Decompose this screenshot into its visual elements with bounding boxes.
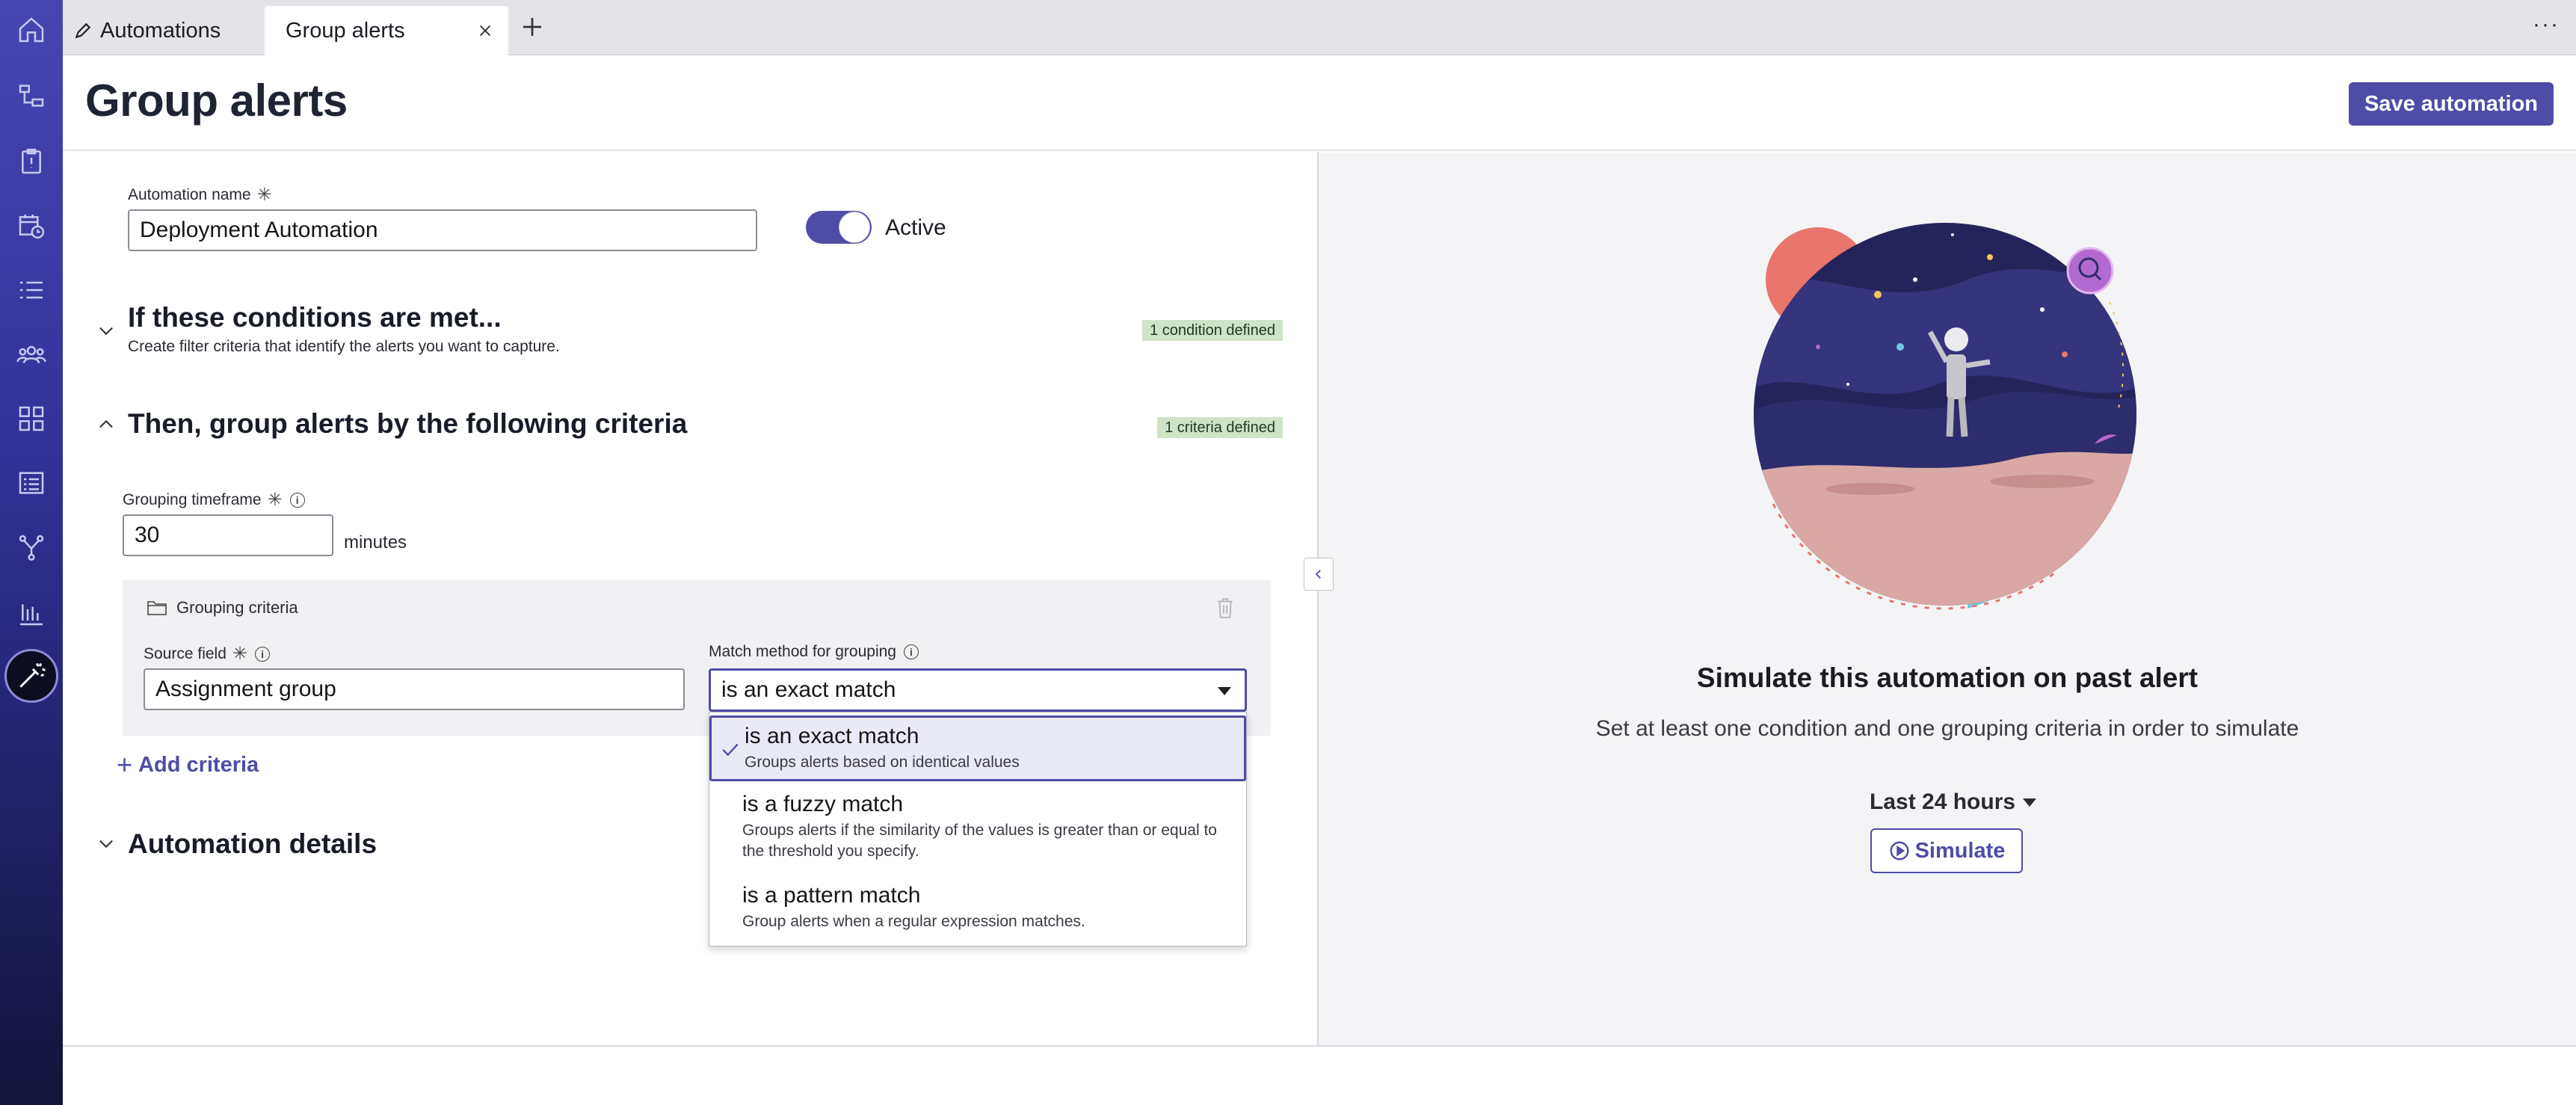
simulate-title: Simulate this automation on past alert	[1696, 662, 2198, 693]
save-automation-button[interactable]: Save automation	[2349, 82, 2554, 126]
grouping-criteria-header: Grouping criteria	[147, 598, 298, 618]
page-header: Group alerts Save automation	[63, 55, 2576, 151]
simulation-pane: Simulate this automation on past alert S…	[1319, 153, 2576, 1047]
simulate-subtitle: Set at least one condition and one group…	[1595, 716, 2299, 741]
conditions-status-badge: 1 condition defined	[1142, 320, 1283, 341]
tab-automations-label: Automations	[100, 18, 221, 43]
option-label: is a pattern match	[742, 883, 921, 908]
chevron-left-icon	[1315, 570, 1321, 579]
trash-icon[interactable]	[1215, 597, 1235, 619]
timeframe-unit-label: minutes	[344, 532, 407, 552]
match-method-menu: is an exact match Groups alerts based on…	[709, 712, 1247, 947]
grouping-timeframe-input[interactable]: 30	[123, 514, 333, 556]
time-range-label: Last 24 hours	[1870, 789, 2016, 814]
source-field-input[interactable]: Assignment group	[144, 668, 685, 710]
automation-details-title[interactable]: Automation details	[128, 828, 377, 860]
info-icon[interactable]: i	[289, 492, 305, 508]
conditions-section-title[interactable]: If these conditions are met...	[128, 302, 502, 333]
magic-wand-icon[interactable]	[4, 649, 58, 703]
collapse-panel-button[interactable]	[1304, 558, 1334, 591]
branch-icon[interactable]	[13, 529, 49, 565]
add-tab-icon[interactable]	[520, 15, 544, 39]
option-description: Group alerts when a regular expression m…	[742, 913, 1085, 930]
info-icon[interactable]: i	[255, 646, 271, 662]
more-icon[interactable]: ···	[2533, 13, 2560, 36]
page-title: Group alerts	[85, 76, 348, 126]
play-circle-icon	[1890, 841, 1909, 861]
pencil-icon	[75, 22, 91, 39]
home-icon[interactable]	[13, 12, 49, 48]
check-icon	[722, 743, 739, 757]
close-icon[interactable]	[477, 22, 493, 39]
tab-group-alerts-label: Group alerts	[286, 18, 405, 43]
folder-icon	[147, 601, 167, 615]
chevron-down-icon[interactable]	[96, 320, 117, 341]
simulate-button-label: Simulate	[1914, 838, 2006, 863]
option-fuzzy-match[interactable]: is a fuzzy match Groups alerts if the si…	[709, 784, 1246, 872]
required-icon: ✳	[232, 644, 248, 664]
match-method-label: Match method for grouping i	[709, 643, 919, 661]
option-label: is an exact match	[745, 724, 919, 748]
option-description: Groups alerts based on identical values	[745, 754, 1020, 771]
required-icon: ✳	[256, 185, 272, 205]
clipboard-icon[interactable]	[13, 144, 49, 179]
grouping-timeframe-label: Grouping timeframe ✳ i	[123, 489, 305, 511]
automation-form-pane: Automation name ✳ Deployment Automation A…	[63, 153, 1319, 1047]
add-criteria-button[interactable]: + Add criteria	[117, 749, 259, 781]
time-range-dropdown[interactable]: Last 24 hours	[1870, 789, 2037, 815]
active-toggle[interactable]	[806, 211, 872, 244]
list-icon[interactable]	[13, 272, 49, 308]
chevron-down-icon[interactable]	[96, 833, 117, 854]
simulate-button[interactable]: Simulate	[1870, 828, 2023, 873]
conditions-section-subtitle: Create filter criteria that identify the…	[128, 338, 560, 355]
match-method-select[interactable]: is an exact match	[709, 668, 1247, 712]
tab-group-alerts[interactable]: Group alerts	[265, 6, 508, 55]
option-pattern-match[interactable]: is a pattern match Group alerts when a r…	[709, 875, 1246, 943]
automation-name-label: Automation name ✳	[128, 185, 272, 205]
chevron-up-icon[interactable]	[96, 414, 117, 435]
form-list-icon[interactable]	[13, 465, 49, 501]
grouping-section-title[interactable]: Then, group alerts by the following crit…	[128, 408, 687, 440]
caret-down-icon	[2023, 798, 2037, 807]
footer-area	[63, 1047, 2576, 1105]
option-label: is a fuzzy match	[742, 792, 904, 816]
plus-icon: +	[117, 749, 133, 780]
calendar-clock-icon[interactable]	[13, 208, 49, 244]
active-toggle-label: Active	[885, 215, 946, 240]
tab-bar: Automations Group alerts ···	[63, 0, 2576, 55]
toggle-knob	[839, 212, 870, 243]
left-nav-rail	[0, 0, 63, 1105]
tab-automations[interactable]: Automations	[73, 6, 298, 55]
match-method-value: is an exact match	[721, 677, 896, 702]
caret-down-icon	[1218, 687, 1231, 695]
source-field-label: Source field ✳ i	[144, 643, 271, 665]
astronaut-illustration	[1754, 223, 2136, 610]
bar-chart-icon[interactable]	[13, 595, 49, 631]
grouping-status-badge: 1 criteria defined	[1157, 417, 1283, 438]
info-icon[interactable]: i	[903, 644, 919, 659]
grid-icon[interactable]	[13, 401, 49, 437]
hierarchy-icon[interactable]	[13, 78, 49, 114]
automation-name-input[interactable]: Deployment Automation	[128, 209, 757, 251]
option-description: Groups alerts if the similarity of the v…	[742, 822, 1217, 860]
option-exact-match[interactable]: is an exact match Groups alerts based on…	[709, 715, 1246, 781]
required-icon: ✳	[267, 490, 283, 510]
team-icon[interactable]	[13, 336, 49, 372]
